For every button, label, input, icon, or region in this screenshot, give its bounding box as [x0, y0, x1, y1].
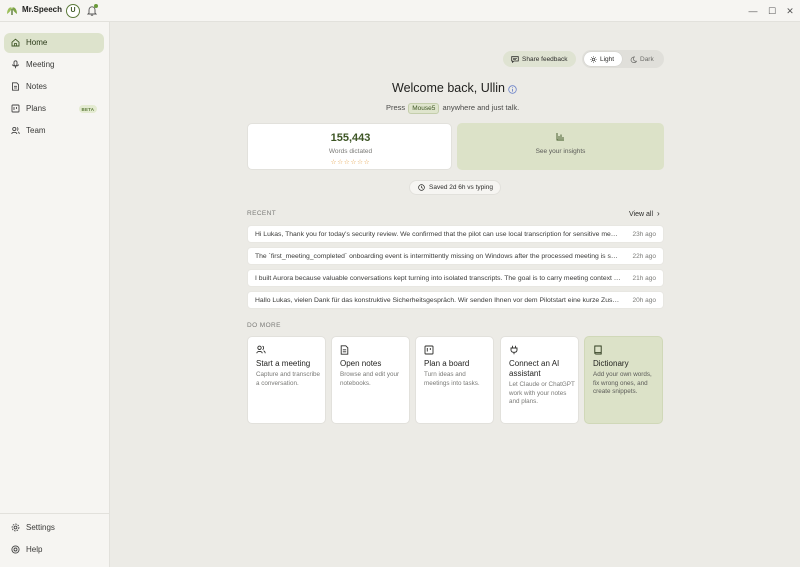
book-icon: [594, 345, 602, 355]
recent-item[interactable]: Hallo Lukas, vielen Dank für das konstru…: [247, 291, 664, 309]
recent-section-title: RECENT: [247, 210, 277, 217]
plan-board-card[interactable]: Plan a board Turn ideas and meetings int…: [415, 336, 494, 424]
sidebar-item-label: Team: [26, 126, 46, 135]
insights-label: See your insights: [535, 148, 586, 155]
sidebar-item-label: Settings: [26, 523, 55, 532]
words-dictated-label: Words dictated: [328, 148, 373, 155]
shortcut-hint: Press Mouse5 anywhere and just talk.: [386, 103, 519, 114]
recent-item-text: I built Aurora because valuable conversa…: [255, 275, 621, 282]
sidebar-item-plans[interactable]: Plans BETA: [4, 99, 104, 119]
beta-badge: BETA: [79, 105, 97, 113]
theme-dark-label: Dark: [640, 55, 654, 63]
bar-chart-icon: [556, 133, 564, 141]
sidebar-item-notes[interactable]: Notes: [4, 77, 104, 97]
sidebar-item-home[interactable]: Home: [4, 33, 104, 53]
recent-item-text: The `first_meeting_completed` onboarding…: [255, 253, 621, 260]
words-dictated-card: 155,443 Words dictated ☆☆☆☆☆☆: [247, 123, 452, 170]
moon-icon: [630, 55, 637, 63]
sidebar-item-team[interactable]: Team: [4, 121, 104, 141]
action-card-desc: Let Claude or ChatGPT work with your not…: [509, 381, 575, 406]
sidebar-item-label: Help: [26, 545, 43, 554]
main-content: Share feedback Light Dark Welcome back, …: [110, 22, 800, 567]
app-name: Mr.Speech: [22, 5, 63, 14]
title-bar: Mr.Speech U — ☐ ✕: [0, 0, 800, 22]
recent-item-time: 22h ago: [632, 253, 657, 260]
help-icon: [11, 545, 20, 554]
view-all-label: View all: [629, 211, 653, 218]
maximize-button[interactable]: ☐: [765, 4, 779, 18]
chevron-right-icon: ›: [656, 209, 660, 218]
action-card-desc: Turn ideas and meetings into tasks.: [424, 371, 480, 387]
action-card-title: Connect an AI assistant: [509, 359, 560, 378]
recent-item-text: Hallo Lukas, vielen Dank für das konstru…: [255, 297, 621, 304]
message-icon: [511, 55, 519, 63]
recent-item-time: 21h ago: [632, 275, 657, 282]
start-meeting-card[interactable]: Start a meeting Capture and transcribe a…: [247, 336, 326, 424]
time-saved-pill: Saved 2d 6h vs typing: [409, 180, 501, 195]
user-avatar[interactable]: U: [66, 4, 80, 18]
dictionary-card[interactable]: Dictionary Add your own words, fix wrong…: [584, 336, 663, 424]
home-icon: [11, 38, 20, 47]
board-icon: [424, 345, 434, 355]
sidebar-item-label: Notes: [26, 82, 47, 91]
theme-light-option[interactable]: Light: [584, 52, 622, 66]
sidebar-item-settings[interactable]: Settings: [4, 518, 104, 538]
mic-icon: [12, 60, 19, 69]
words-dictated-value: 155,443: [330, 132, 371, 144]
gear-icon: [11, 523, 20, 532]
theme-dark-option[interactable]: Dark: [624, 52, 662, 66]
plug-icon: [510, 345, 518, 355]
minimize-button[interactable]: —: [746, 4, 760, 18]
shortcut-prefix: Press: [386, 103, 406, 112]
star-rating: ☆☆☆☆☆☆: [330, 159, 371, 166]
theme-light-label: Light: [600, 55, 615, 63]
team-icon: [256, 345, 266, 354]
action-card-title: Plan a board: [424, 359, 470, 368]
insights-card[interactable]: See your insights: [457, 123, 664, 170]
close-window-button[interactable]: ✕: [783, 4, 797, 18]
share-feedback-button[interactable]: Share feedback: [503, 51, 576, 67]
info-icon[interactable]: [508, 85, 517, 94]
sidebar-item-label: Meeting: [26, 60, 55, 69]
shortcut-key: Mouse5: [408, 103, 440, 114]
recent-item[interactable]: Hi Lukas, Thank you for today's security…: [247, 225, 664, 243]
sidebar-divider: [0, 513, 109, 514]
sidebar: Home Meeting Notes Plans BETA Team Setti…: [0, 22, 110, 567]
action-card-desc: Add your own words, fix wrong ones, and …: [593, 371, 652, 396]
recent-item[interactable]: I built Aurora because valuable conversa…: [247, 269, 664, 287]
action-card-title: Dictionary: [593, 359, 629, 368]
open-notes-card[interactable]: Open notes Browse and edit your notebook…: [331, 336, 410, 424]
action-card-title: Open notes: [340, 359, 382, 368]
time-saved-label: Saved 2d 6h vs typing: [429, 184, 493, 191]
theme-toggle: Light Dark: [582, 50, 664, 68]
recent-item[interactable]: The `first_meeting_completed` onboarding…: [247, 247, 664, 265]
sun-icon: [590, 55, 597, 63]
clock-icon: [418, 184, 425, 191]
notification-dot: [94, 4, 98, 8]
connect-ai-card[interactable]: Connect an AI assistant Let Claude or Ch…: [500, 336, 579, 424]
sidebar-item-meeting[interactable]: Meeting: [4, 55, 104, 75]
team-icon: [11, 126, 20, 135]
do-more-section-title: DO MORE: [247, 322, 281, 329]
recent-item-time: 23h ago: [632, 231, 657, 238]
action-card-desc: Capture and transcribe a conversation.: [256, 371, 321, 387]
notes-icon: [340, 345, 349, 355]
action-card-desc: Browse and edit your notebooks.: [340, 371, 400, 387]
recent-item-text: Hi Lukas, Thank you for today's security…: [255, 231, 621, 238]
share-feedback-label: Share feedback: [522, 55, 568, 63]
shortcut-suffix: anywhere and just talk.: [442, 103, 520, 112]
welcome-title: Welcome back, Ullin: [392, 81, 506, 95]
recent-item-time: 20h ago: [632, 297, 657, 304]
app-logo-icon: [7, 7, 17, 15]
action-card-title: Start a meeting: [256, 359, 311, 368]
sidebar-item-help[interactable]: Help: [4, 540, 104, 560]
sidebar-item-label: Home: [26, 38, 48, 47]
view-all-link[interactable]: View all ›: [629, 209, 660, 218]
sidebar-item-label: Plans: [26, 104, 47, 113]
board-icon: [11, 104, 20, 113]
notes-icon: [12, 82, 19, 91]
